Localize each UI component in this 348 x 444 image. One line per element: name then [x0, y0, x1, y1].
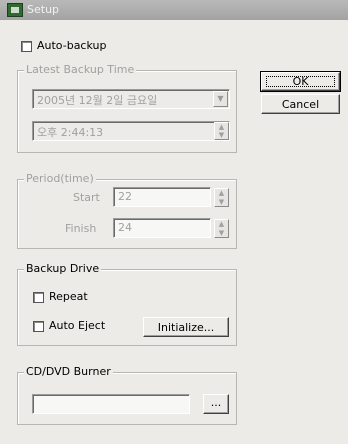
date-dropdown-button[interactable]: ▼	[213, 91, 228, 107]
finish-field[interactable]: 24	[113, 218, 211, 238]
start-spinner[interactable]: ▲ ▼	[214, 188, 229, 207]
title-bar: Setup	[0, 0, 348, 20]
burner-path-field[interactable]	[32, 394, 190, 414]
latest-backup-legend: Latest Backup Time	[24, 63, 137, 76]
auto-eject-label: Auto Eject	[49, 319, 106, 332]
finish-spinner[interactable]: ▲ ▼	[214, 219, 229, 238]
browse-button[interactable]: ...	[203, 394, 229, 414]
spin-down-icon[interactable]: ▼	[215, 131, 228, 139]
backup-date-picker[interactable]: 2005년 12월 2일 금요일	[32, 89, 230, 109]
start-value: 22	[118, 190, 132, 203]
ok-button[interactable]: OK	[260, 71, 341, 92]
period-legend: Period(time)	[24, 172, 96, 185]
auto-backup-label: Auto-backup	[37, 39, 107, 52]
window-title: Setup	[27, 3, 60, 16]
backup-time-value: 오후 2:44:13	[37, 126, 104, 139]
cancel-label: Cancel	[281, 98, 320, 111]
auto-eject-checkbox[interactable]	[33, 321, 44, 332]
app-window-icon	[7, 3, 23, 17]
cd-dvd-burner-legend: CD/DVD Burner	[24, 365, 113, 378]
start-label: Start	[73, 191, 100, 204]
start-field[interactable]: 22	[113, 187, 211, 207]
initialize-button[interactable]: Initialize...	[143, 317, 229, 337]
auto-backup-checkbox[interactable]	[21, 41, 32, 52]
cancel-button[interactable]: Cancel	[261, 94, 340, 114]
repeat-label: Repeat	[49, 290, 88, 303]
backup-drive-legend: Backup Drive	[24, 262, 102, 275]
finish-value: 24	[118, 221, 132, 234]
finish-label: Finish	[65, 222, 97, 235]
spin-down-icon[interactable]: ▼	[215, 198, 228, 207]
browse-label: ...	[210, 396, 222, 409]
spin-up-icon[interactable]: ▲	[215, 189, 228, 198]
backup-time-field[interactable]: 오후 2:44:13	[32, 121, 230, 141]
repeat-checkbox[interactable]	[33, 292, 44, 303]
time-spinner[interactable]: ▲ ▼	[214, 122, 229, 140]
spin-up-icon[interactable]: ▲	[215, 123, 228, 131]
spin-up-icon[interactable]: ▲	[215, 220, 228, 229]
initialize-label: Initialize...	[157, 321, 215, 334]
chevron-down-icon: ▼	[217, 94, 224, 103]
spin-down-icon[interactable]: ▼	[215, 229, 228, 238]
focus-rectangle	[266, 76, 335, 87]
backup-date-value: 2005년 12월 2일 금요일	[37, 94, 158, 107]
